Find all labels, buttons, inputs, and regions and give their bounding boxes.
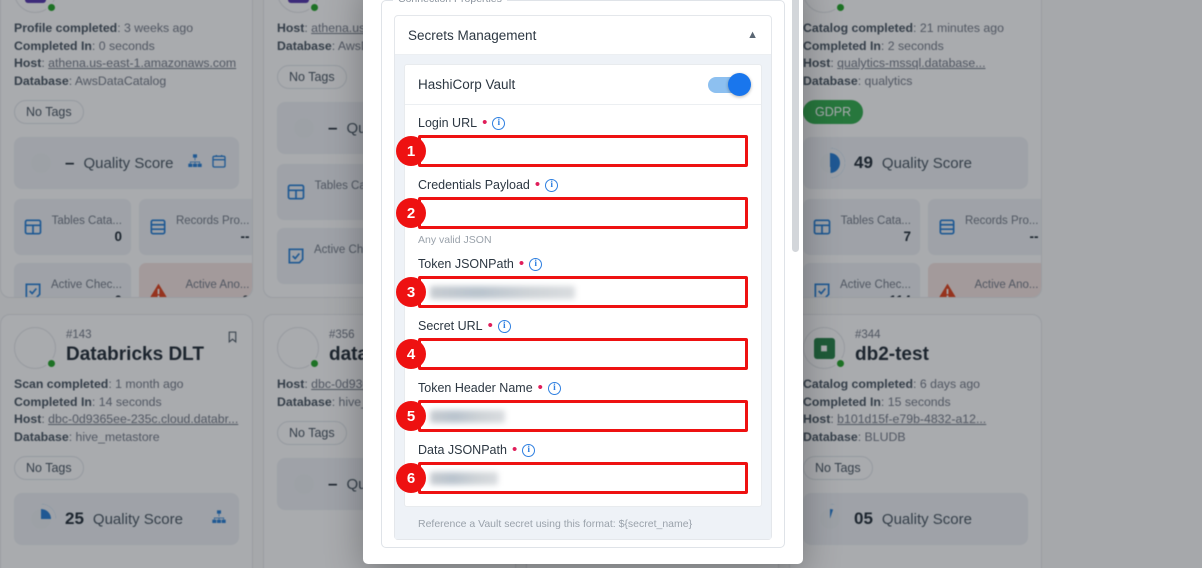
redacted-value: [430, 471, 498, 485]
required-indicator-icon: •: [482, 114, 488, 131]
login-url-input[interactable]: [418, 135, 748, 167]
modal-scrollbar-thumb[interactable]: [792, 0, 799, 252]
field-label-text: Login URL: [418, 116, 478, 130]
field-label-text: Token JSONPath: [418, 257, 514, 271]
required-indicator-icon: •: [511, 441, 518, 458]
step-badge: 2: [396, 198, 426, 228]
field-label-text: Credentials Payload: [418, 178, 530, 192]
secrets-management-title: Secrets Management: [408, 27, 537, 43]
fieldset-legend: Connection Properties: [393, 0, 507, 5]
token-jsonpath-input[interactable]: [418, 276, 748, 308]
vault-fields: Login URL • i 1 Credentials Payload • i 2 Any va…: [396, 114, 761, 494]
connection-properties-fieldset: Connection Properties Secrets Management…: [381, 0, 785, 548]
credentials-payload-input[interactable]: [418, 197, 748, 229]
token-header-name-input[interactable]: [418, 400, 748, 432]
field-label: Token Header Name • i: [418, 379, 748, 396]
field-label: Credentials Payload • i: [418, 176, 748, 193]
form-field: Credentials Payload • i 2 Any valid JSON: [396, 176, 761, 246]
secrets-management-accordion: Secrets Management ▲ HashiCorp Vault Log…: [394, 15, 772, 540]
step-badge: 4: [396, 339, 426, 369]
required-indicator-icon: •: [534, 176, 541, 193]
info-icon[interactable]: i: [497, 319, 511, 333]
info-icon[interactable]: i: [522, 443, 536, 457]
vault-footnote: Reference a Vault secret using this form…: [418, 518, 693, 530]
info-icon[interactable]: i: [545, 178, 559, 192]
form-field: Data JSONPath • i 6: [396, 441, 761, 494]
step-badge: 5: [396, 401, 426, 431]
secret-url-input[interactable]: [418, 338, 748, 370]
connection-properties-modal: Connection Properties Secrets Management…: [363, 0, 803, 564]
field-helper-text: Any valid JSON: [418, 234, 492, 246]
step-badge: 3: [396, 277, 426, 307]
field-label: Login URL • i: [418, 114, 748, 131]
required-indicator-icon: •: [537, 379, 543, 396]
switch-knob: [728, 72, 751, 96]
step-badge: 1: [396, 136, 426, 166]
field-label: Data JSONPath • i: [418, 441, 748, 458]
info-icon[interactable]: i: [492, 116, 506, 130]
app-root: ⛏AthenaProfile completed: 3 weeks agoCom…: [0, 0, 1202, 568]
info-icon[interactable]: i: [547, 381, 561, 395]
hashicorp-vault-toggle-row[interactable]: HashiCorp Vault: [405, 65, 761, 105]
field-label-text: Data JSONPath: [418, 443, 507, 457]
field-label: Token JSONPath • i: [418, 255, 748, 272]
form-field: Token JSONPath • i 3: [396, 255, 761, 308]
redacted-value: [430, 409, 505, 423]
data-jsonpath-input[interactable]: [418, 462, 748, 494]
field-label-text: Token Header Name: [418, 381, 533, 395]
step-badge: 6: [396, 463, 426, 493]
required-indicator-icon: •: [518, 255, 525, 272]
redacted-value: [430, 285, 575, 299]
hashicorp-vault-card: HashiCorp Vault Login URL • i 1 Credentials …: [396, 64, 762, 507]
required-indicator-icon: •: [487, 317, 493, 334]
modal-scroll-area[interactable]: Connection Properties Secrets Management…: [363, 0, 803, 564]
field-label-text: Secret URL: [418, 319, 483, 333]
secrets-management-body: HashiCorp Vault Login URL • i 1 Credentials …: [395, 55, 771, 539]
form-field: Secret URL • i 4: [396, 317, 761, 370]
form-field: Token Header Name • i 5: [396, 379, 761, 432]
hashicorp-vault-switch[interactable]: [708, 72, 751, 96]
form-field: Login URL • i 1: [396, 114, 761, 167]
info-icon[interactable]: i: [529, 257, 543, 271]
chevron-up-icon[interactable]: ▲: [747, 29, 758, 41]
hashicorp-vault-label: HashiCorp Vault: [418, 77, 516, 92]
field-label: Secret URL • i: [418, 317, 748, 334]
secrets-management-header[interactable]: Secrets Management ▲: [395, 16, 771, 55]
